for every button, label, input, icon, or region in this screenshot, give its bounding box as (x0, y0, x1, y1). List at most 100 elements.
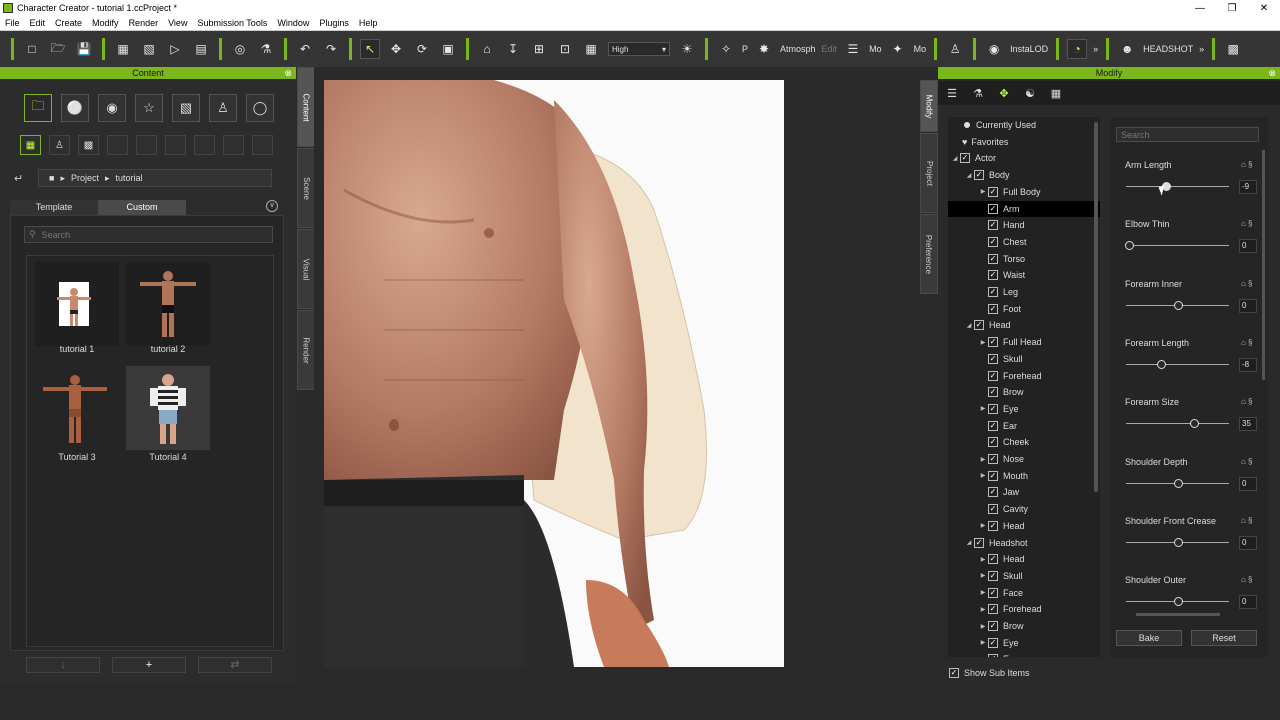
tree-checkbox[interactable]: ✓ (988, 621, 998, 631)
tree-checkbox[interactable]: ✓ (988, 370, 998, 381)
tree-item[interactable]: ✓ Skull (948, 351, 1100, 367)
tree-checkbox[interactable]: ✓ (988, 504, 998, 515)
lock-icon[interactable]: ⌂ § (1241, 219, 1253, 228)
tree-item[interactable]: ✓ Foot (948, 301, 1100, 317)
tree-item[interactable]: ✓ Leg (948, 284, 1100, 300)
tree-checkbox[interactable]: ✓ (988, 236, 998, 247)
tree-checkbox[interactable]: ✓ (988, 287, 998, 297)
tree-item[interactable]: ▶ ✓ Full Body (948, 184, 1100, 200)
physics-icon[interactable]: ✧ (716, 39, 736, 59)
close-icon[interactable]: ✕ (1248, 3, 1280, 14)
tree-checkbox[interactable]: ✓ (988, 186, 998, 197)
move-icon[interactable]: ✥ (386, 39, 406, 59)
side-tab-render[interactable]: Render (297, 310, 315, 390)
menu-view[interactable]: View (163, 18, 192, 28)
tree-checkbox[interactable]: ✓ (988, 270, 998, 281)
tree-item[interactable]: ▶ ✓ Forehead (948, 601, 1100, 617)
send-icon[interactable]: ▷ (165, 39, 185, 59)
prop-category-icon[interactable]: ▧ (172, 94, 200, 122)
restore-icon[interactable]: ❐ (1216, 3, 1248, 14)
tree-item[interactable]: Currently Used (948, 117, 1100, 133)
horizontal-scrollbar[interactable] (1136, 613, 1220, 616)
collapsed-triangle-icon[interactable]: ▶ (978, 589, 988, 596)
slider-search-input[interactable]: Search (1116, 127, 1259, 142)
scene-category-icon[interactable]: ◯ (246, 94, 274, 122)
slider-knob[interactable] (1174, 478, 1183, 488)
tree-item[interactable]: ✓ Cheek (948, 434, 1100, 450)
chevron-down-icon[interactable]: ∨ (266, 200, 278, 212)
save-icon[interactable]: 💾 (74, 39, 94, 59)
back-icon[interactable]: ↵ (14, 172, 23, 185)
tree-item[interactable]: ♥ Favorites (948, 134, 1100, 150)
menu-file[interactable]: File (0, 18, 25, 28)
headshot-icon[interactable]: ☻ (1117, 39, 1137, 59)
tree-checkbox[interactable]: ✓ (988, 220, 998, 231)
pose-category-icon[interactable]: ♙ (209, 94, 237, 122)
tree-checkbox[interactable]: ✓ (988, 604, 998, 615)
atmosphere-icon[interactable]: ✸ (754, 39, 774, 59)
tree-scrollbar[interactable] (1094, 122, 1098, 492)
select-arrow-icon[interactable]: ↖ (360, 39, 380, 59)
headshot-label[interactable]: HEADSHOT (1143, 44, 1193, 54)
content-search-input[interactable]: ⚲ Search (24, 226, 273, 243)
redo-icon[interactable]: ↷ (321, 39, 341, 59)
tree-item[interactable]: ✓ Arm (948, 200, 1100, 217)
collapsed-triangle-icon[interactable]: ▶ (978, 405, 988, 412)
slider-knob[interactable] (1189, 419, 1199, 429)
slider-track[interactable] (1126, 245, 1229, 247)
show-sub-items[interactable]: ✓ Show Sub Items (949, 668, 1030, 678)
tree-checkbox[interactable]: ✓ (988, 654, 998, 657)
tree-checkbox[interactable]: ✓ (988, 420, 998, 431)
rotate-icon[interactable]: ⟳ (412, 39, 432, 59)
tree-checkbox[interactable]: ✓ (988, 637, 998, 648)
side-tab-visual[interactable]: Visual (297, 229, 315, 309)
expanded-triangle-icon[interactable]: ◢ (964, 172, 974, 179)
menu-edit[interactable]: Edit (25, 18, 51, 28)
mo-label-1[interactable]: Mo (869, 44, 882, 54)
tree-item[interactable]: ▶ ✓ Head (948, 551, 1100, 567)
export-icon[interactable]: ▧ (139, 39, 159, 59)
fit-icon[interactable]: ↧ (503, 39, 523, 59)
tree-checkbox[interactable]: ✓ (988, 520, 998, 531)
slider-value-input[interactable]: 0 (1239, 595, 1257, 610)
menu-window[interactable]: Window (272, 18, 314, 28)
tree-checkbox[interactable]: ✓ (988, 403, 998, 414)
slider-value-input[interactable]: -8 (1239, 357, 1257, 372)
tree-checkbox[interactable]: ✓ (988, 437, 998, 448)
panel-close-icon[interactable]: ⊗ (284, 67, 292, 79)
p-label[interactable]: P (742, 44, 748, 54)
collapsed-triangle-icon[interactable]: ▶ (978, 456, 988, 463)
slider-knob[interactable] (1174, 537, 1183, 547)
tree-checkbox[interactable]: ✓ (988, 353, 998, 364)
project-sub-icon[interactable]: ▦ (20, 135, 41, 155)
pose-icon[interactable]: ⚗ (256, 39, 276, 59)
slider-track[interactable] (1126, 186, 1229, 187)
menu-create[interactable]: Create (50, 18, 87, 28)
figure-sub-icon[interactable]: ♙ (49, 135, 70, 155)
scale-icon[interactable]: ▣ (438, 39, 458, 59)
instalod-icon[interactable]: ◉ (984, 39, 1004, 59)
add-icon[interactable]: + (112, 657, 186, 673)
open-folder-icon[interactable]: 🗁 (48, 39, 68, 59)
tree-item[interactable]: ◢ ✓ Actor (948, 150, 1100, 166)
display-icon[interactable]: ▦ (581, 39, 601, 59)
checker-icon[interactable]: ▦ (1047, 84, 1065, 102)
tree-checkbox[interactable]: ✓ (988, 587, 998, 598)
target-icon[interactable]: ◎ (230, 39, 250, 59)
motion-pose-icon[interactable]: ⚗ (969, 84, 987, 102)
slider-track[interactable] (1126, 363, 1229, 365)
expanded-triangle-icon[interactable]: ◢ (964, 322, 974, 329)
morph-icon[interactable]: ✥ (995, 84, 1013, 102)
tree-item[interactable]: ▶ ✓ Full Head (948, 334, 1100, 350)
tree-checkbox[interactable]: ✓ (988, 303, 998, 314)
panel-close-icon[interactable]: ⊗ (1268, 67, 1276, 79)
gizmo-icon[interactable]: ◔ (1067, 39, 1088, 59)
collapsed-triangle-icon[interactable]: ▶ (978, 623, 988, 630)
breadcrumb-tutorial[interactable]: tutorial (116, 173, 143, 183)
collapsed-triangle-icon[interactable]: ▶ (978, 472, 988, 479)
side-tab-preference[interactable]: Preference (920, 214, 938, 294)
tree-checkbox[interactable]: ✓ (988, 203, 998, 214)
tree-item[interactable]: ▶ ✓ Mouth (948, 468, 1100, 484)
slider-value-input[interactable]: 0 (1239, 298, 1257, 313)
tree-item[interactable]: ✓ Hand (948, 217, 1100, 233)
